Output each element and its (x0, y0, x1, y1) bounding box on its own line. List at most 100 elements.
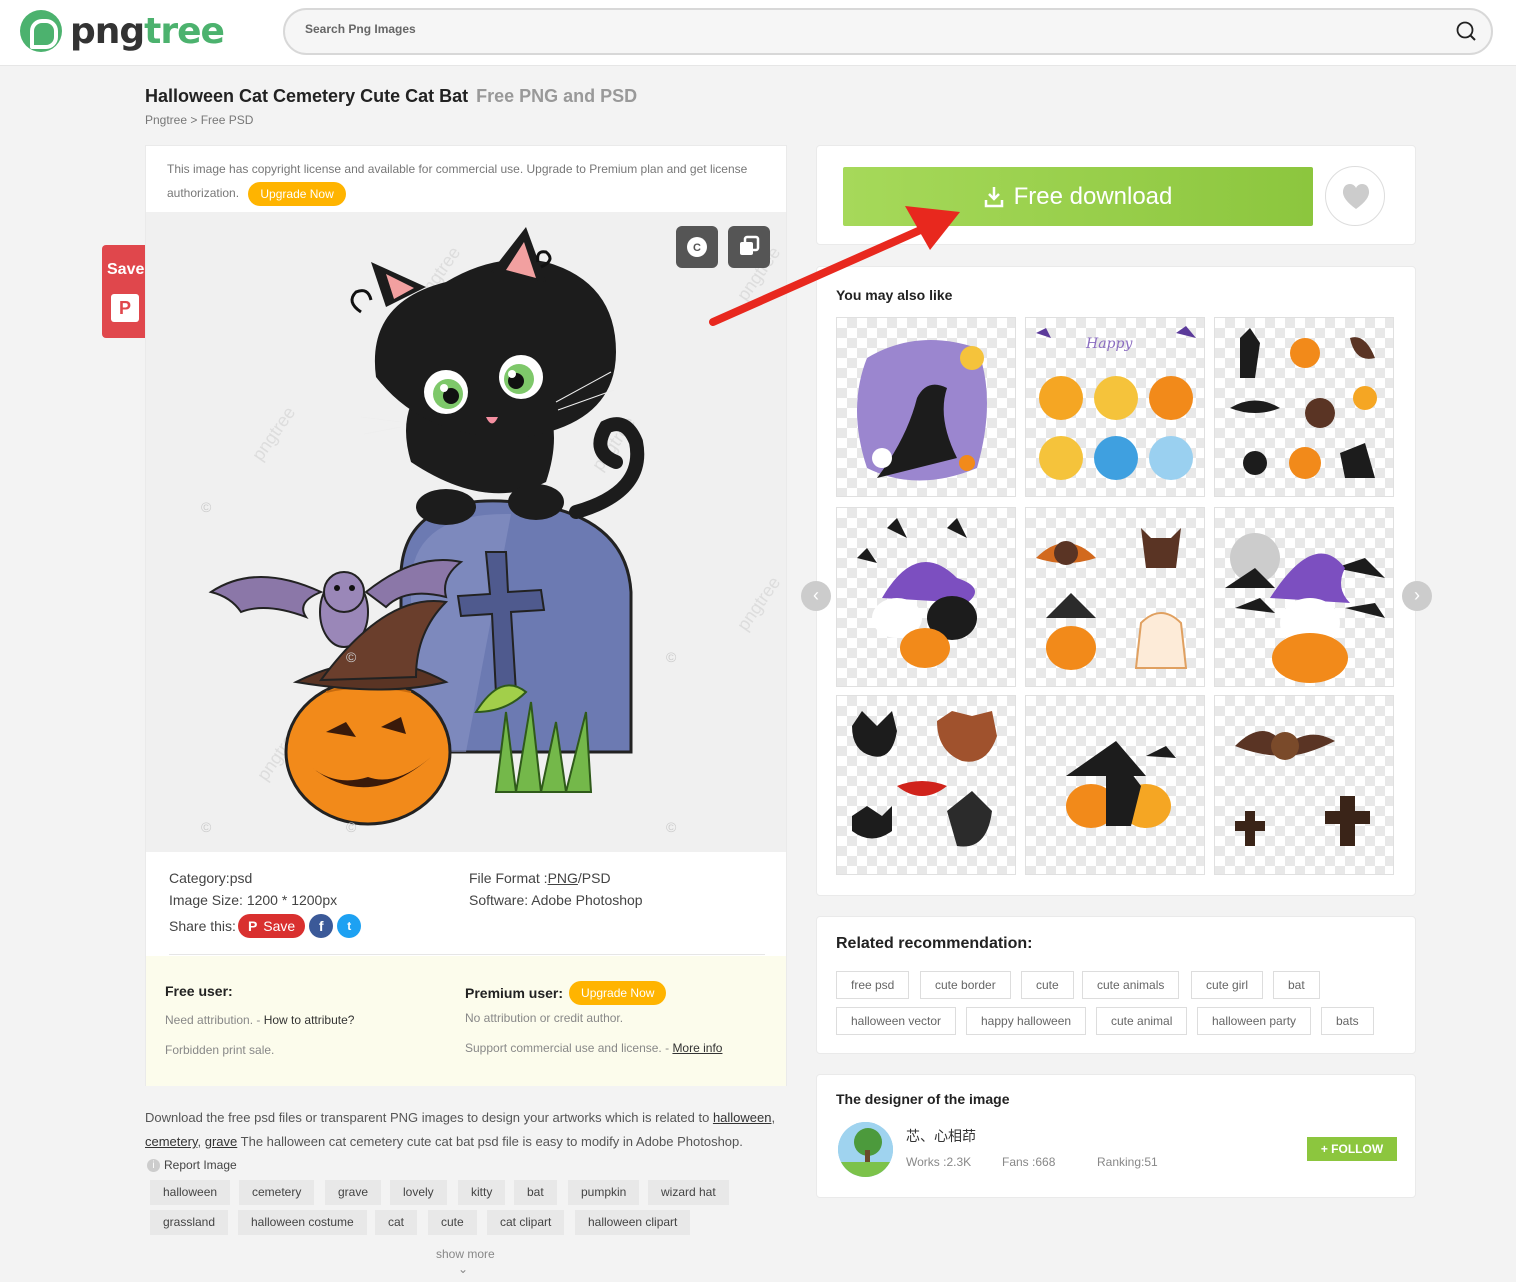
pngtree-logo[interactable]: pngtree (20, 10, 225, 52)
pinterest-icon: P (111, 294, 139, 322)
you-may-also-like-title: You may also like (836, 287, 953, 303)
pinterest-share-button[interactable]: P Save (237, 914, 306, 938)
you-may-also-like-card: You may also like Happy ‹ › (801, 266, 1432, 896)
report-image-link[interactable]: i Report Image (147, 1158, 237, 1172)
related-thumbnail[interactable] (1214, 317, 1394, 497)
keyword-tag[interactable]: halloween (150, 1180, 231, 1205)
avatar[interactable] (838, 1122, 893, 1177)
svg-text:pngtree: pngtree (733, 573, 784, 634)
png-format-link[interactable]: PNG (548, 870, 578, 886)
image-description: Download the free psd files or transpare… (145, 1110, 776, 1149)
free-user-print: Forbidden print sale. (165, 1043, 275, 1057)
related-tag[interactable]: halloween party (1197, 1007, 1312, 1035)
favorite-button[interactable] (1325, 166, 1385, 226)
download-icon (984, 186, 1003, 207)
related-thumbnail[interactable] (836, 317, 1016, 497)
related-tag[interactable]: cute girl (1191, 971, 1264, 999)
copy-icon (740, 235, 760, 255)
facebook-share-icon[interactable]: f (309, 914, 334, 938)
tag-link-grave[interactable]: grave (205, 1134, 238, 1149)
follow-button[interactable]: + FOLLOW (1307, 1137, 1397, 1161)
svg-text:C: C (693, 242, 701, 254)
free-download-button[interactable]: Free download (843, 167, 1313, 226)
keyword-tag[interactable]: pumpkin (568, 1180, 640, 1205)
prev-arrow-button[interactable]: ‹ (801, 581, 831, 611)
image-preview: pngtree pngtree pngtree pngtree pngtree … (146, 212, 786, 852)
breadcrumb[interactable]: Pngtree > Free PSD (145, 113, 253, 127)
tag-link-halloween[interactable]: halloween (713, 1110, 772, 1125)
keyword-tag[interactable]: wizard hat (648, 1180, 729, 1205)
related-tag[interactable]: happy halloween (966, 1007, 1087, 1035)
keyword-tag[interactable]: cat (375, 1210, 418, 1235)
page-title: Halloween Cat Cemetery Cute Cat Bat Free … (145, 86, 638, 106)
category-row: Category:psd (169, 870, 253, 886)
keyword-tag[interactable]: grave (325, 1180, 382, 1205)
logo-wordmark: pngtree (70, 10, 225, 52)
search-input[interactable] (305, 22, 1405, 36)
pinterest-icon: P (247, 918, 258, 934)
more-info-link[interactable]: More info (672, 1041, 722, 1055)
related-tag[interactable]: cute border (920, 971, 1011, 999)
related-thumbnail[interactable]: Happy (1025, 317, 1205, 497)
show-more-link[interactable]: show more (436, 1247, 495, 1261)
related-thumbnail[interactable] (1025, 695, 1205, 875)
svg-text:©: © (346, 819, 357, 835)
copy-button[interactable] (728, 226, 770, 268)
software-row: Software: Adobe Photoshop (469, 892, 643, 908)
side-save-label: Save (107, 261, 145, 278)
keyword-tag[interactable]: lovely (390, 1180, 447, 1205)
twitter-share-icon[interactable]: t (337, 914, 362, 938)
designer-works: Works :2.3K (906, 1155, 972, 1169)
file-format-row: File Format :PNG/PSD (469, 870, 611, 886)
designer-card: The designer of the image 芯、心相茚 Works :2… (816, 1074, 1416, 1198)
free-user-attribution: Need attribution. - How to attribute? (165, 1013, 355, 1027)
next-arrow-button[interactable]: › (1402, 581, 1432, 611)
copyright-info-button[interactable]: C (676, 226, 718, 268)
keyword-tag[interactable]: halloween costume (238, 1210, 367, 1235)
related-tag[interactable]: cute (1021, 971, 1074, 999)
related-thumbnail[interactable] (1214, 507, 1394, 687)
designer-ranking: Ranking:51 (1097, 1155, 1158, 1169)
keyword-tag[interactable]: kitty (458, 1180, 506, 1205)
chevron-down-icon[interactable]: ⌄ (458, 1262, 468, 1276)
tag-link-cemetery[interactable]: cemetery (145, 1134, 198, 1149)
how-to-attribute-link[interactable]: How to attribute? (264, 1013, 355, 1027)
share-row: Share this: P Save f t (169, 914, 362, 938)
designer-title: The designer of the image (836, 1091, 1010, 1107)
top-header: pngtree (0, 0, 1516, 66)
copyright-icon: C (687, 237, 707, 257)
halloween-cat-illustration: pngtree pngtree pngtree pngtree pngtree … (201, 227, 784, 835)
premium-user-title: Premium user: Upgrade Now (465, 981, 667, 1005)
related-tag[interactable]: bat (1273, 971, 1320, 999)
related-recommendation-card: Related recommendation: free psd cute bo… (816, 916, 1416, 1054)
free-user-title: Free user: (165, 983, 233, 999)
svg-text:pngtree: pngtree (248, 403, 299, 464)
info-icon: i (147, 1158, 160, 1172)
pinterest-save-side-button[interactable]: Save P (102, 245, 146, 338)
keyword-tag[interactable]: halloween clipart (575, 1210, 691, 1235)
related-tag[interactable]: cute animals (1082, 971, 1180, 999)
keyword-tag[interactable]: cemetery (239, 1180, 315, 1205)
related-thumbnail[interactable] (1214, 695, 1394, 875)
related-tag[interactable]: halloween vector (836, 1007, 957, 1035)
download-card: Free download (816, 145, 1416, 245)
keyword-tag[interactable]: cat clipart (487, 1210, 565, 1235)
related-tag[interactable]: free psd (836, 971, 910, 999)
related-thumbnail[interactable] (1025, 507, 1205, 687)
keyword-tag[interactable]: grassland (150, 1210, 229, 1235)
related-thumbnail[interactable] (836, 695, 1016, 875)
keyword-tag[interactable]: bat (514, 1180, 557, 1205)
info-divider (169, 954, 765, 955)
svg-text:©: © (666, 819, 677, 835)
search-icon[interactable] (1455, 20, 1477, 42)
designer-name[interactable]: 芯、心相茚 (906, 1126, 976, 1146)
svg-text:©: © (201, 819, 212, 835)
svg-text:©: © (201, 499, 212, 515)
related-tag[interactable]: cute animal (1096, 1007, 1188, 1035)
premium-upgrade-button[interactable]: Upgrade Now (569, 981, 667, 1005)
related-tag[interactable]: bats (1321, 1007, 1374, 1035)
upgrade-now-button[interactable]: Upgrade Now (248, 181, 346, 206)
designer-fans: Fans :668 (1002, 1155, 1056, 1169)
related-thumbnail[interactable] (836, 507, 1016, 687)
keyword-tag[interactable]: cute (428, 1210, 477, 1235)
